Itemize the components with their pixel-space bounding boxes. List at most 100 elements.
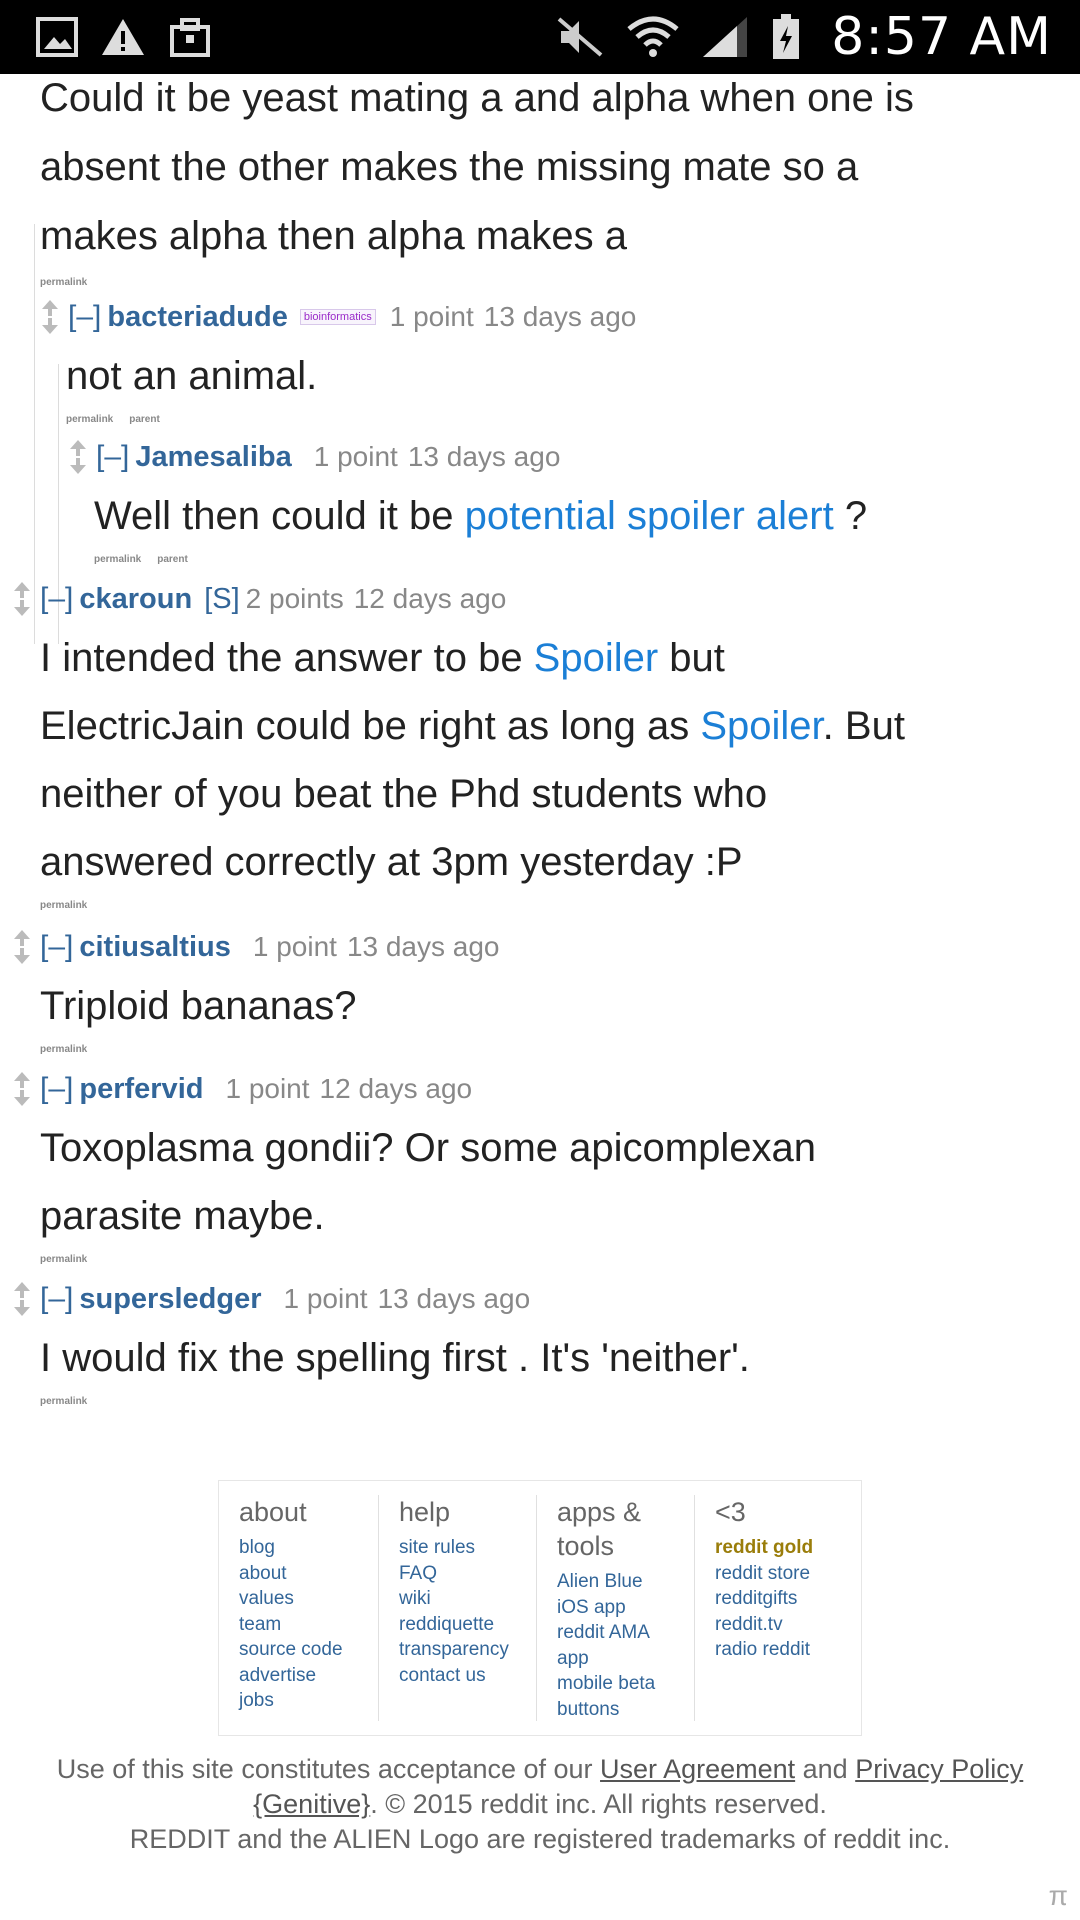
footer-col-help: help site rules FAQ wiki reddiquette tra… (379, 1495, 537, 1721)
permalink-link[interactable]: permalink (40, 277, 87, 288)
comment-body: I intended the answer to be Spoiler but … (40, 624, 920, 896)
vote-arrows-icon[interactable] (14, 582, 34, 616)
user-agreement-link[interactable]: User Agreement (600, 1754, 795, 1784)
submitter-badge[interactable]: [S] (204, 583, 239, 616)
footer-link[interactable]: values (239, 1586, 358, 1612)
vote-arrows-icon[interactable] (42, 300, 62, 334)
status-bar-left (36, 17, 212, 57)
footer-link[interactable]: advertise (239, 1663, 358, 1689)
footer-link[interactable]: FAQ (399, 1561, 516, 1587)
permalink-link[interactable]: permalink (66, 414, 113, 425)
footer-col-title: about (239, 1497, 307, 1527)
collapse-toggle[interactable]: [–] (96, 440, 129, 474)
footer-link[interactable]: site rules (399, 1535, 516, 1561)
footer-link-gold[interactable]: reddit gold (715, 1535, 841, 1561)
collapse-toggle[interactable]: [–] (68, 300, 101, 334)
comment-body: Triploid bananas? (40, 984, 357, 1028)
comment-text: ? (833, 494, 868, 538)
vote-arrows-icon[interactable] (14, 1072, 34, 1106)
permalink-link[interactable]: permalink (40, 1044, 87, 1055)
footer-link[interactable]: reddit store (715, 1561, 841, 1587)
vote-arrows-icon[interactable] (14, 1282, 34, 1316)
comment-text: Well then could it be (94, 494, 465, 538)
author-link[interactable]: supersledger (79, 1283, 261, 1316)
footer-link[interactable]: mobile beta (557, 1671, 674, 1697)
privacy-policy-link[interactable]: Privacy Policy (855, 1754, 1023, 1784)
comment-body: Could it be yeast mating a and alpha whe… (40, 76, 914, 258)
legal-copyright: . © 2015 reddit inc. All rights reserved… (370, 1789, 827, 1819)
wifi-icon (627, 15, 679, 59)
footer-link[interactable]: Alien Blue iOS app (557, 1569, 667, 1620)
collapse-toggle[interactable]: [–] (40, 1282, 73, 1316)
signal-icon (701, 15, 749, 59)
parent-link[interactable]: parent (129, 414, 160, 425)
footer-link[interactable]: team (239, 1612, 358, 1638)
permalink-link[interactable]: permalink (40, 900, 87, 911)
comment-perfervid: [–] perfervid 1 point 12 days ago Toxopl… (14, 1068, 1014, 1265)
genitive-link[interactable]: {Genitive} (253, 1789, 370, 1819)
footer-link[interactable]: jobs (239, 1688, 358, 1714)
comment-bacteriadude: [–] bacteriadude bioinformatics 1 point … (42, 296, 1022, 425)
footer-link[interactable]: reddiquette (399, 1612, 516, 1638)
author-link[interactable]: citiusaltius (79, 931, 231, 964)
status-bar-right: 8:57 AM (555, 7, 1052, 67)
footer-link[interactable]: reddit.tv (715, 1612, 841, 1638)
comment-score: 1 point (252, 931, 337, 962)
permalink-link[interactable]: permalink (94, 554, 141, 565)
author-link[interactable]: perfervid (79, 1073, 203, 1106)
comment-time: 13 days ago (346, 931, 500, 962)
comment-time: 13 days ago (407, 441, 561, 472)
gallery-icon (36, 17, 78, 57)
comment-score: 1 point (389, 301, 474, 332)
comment-time: 12 days ago (353, 583, 507, 614)
battery-icon (771, 14, 801, 60)
footer-link[interactable]: blog (239, 1535, 358, 1561)
author-link[interactable]: ckaroun (79, 583, 192, 616)
footer-link[interactable]: redditgifts (715, 1586, 841, 1612)
permalink-link[interactable]: permalink (40, 1254, 87, 1265)
permalink-link[interactable]: permalink (40, 1396, 87, 1407)
author-link[interactable]: Jamesaliba (135, 441, 291, 474)
comment-supersledger: [–] supersledger 1 point 13 days ago I w… (14, 1278, 1014, 1407)
comment-body: I would fix the spelling first . It's 'n… (40, 1336, 750, 1380)
footer-col-title: <3 (715, 1497, 746, 1527)
footer-col-apps: apps & tools Alien Blue iOS app reddit A… (537, 1495, 695, 1721)
spoiler-link[interactable]: Spoiler (700, 704, 822, 748)
comment-time: 13 days ago (377, 1283, 531, 1314)
briefcase-icon (168, 17, 212, 57)
legal-and: and (795, 1754, 856, 1784)
comment-time: 13 days ago (483, 301, 637, 332)
parent-link[interactable]: parent (157, 554, 188, 565)
comment-body: not an animal. (66, 354, 318, 398)
comment-body: Well then could it be potential spoiler … (94, 482, 1050, 550)
pi-link[interactable]: π (1049, 1880, 1068, 1912)
vote-arrows-icon[interactable] (70, 440, 90, 474)
footer-link[interactable]: radio reddit (715, 1637, 841, 1663)
footer-link[interactable]: source code (239, 1637, 358, 1663)
footer-link[interactable]: transparency (399, 1637, 516, 1663)
collapse-toggle[interactable]: [–] (40, 1072, 73, 1106)
footer-link[interactable]: wiki (399, 1586, 516, 1612)
collapse-toggle[interactable]: [–] (40, 930, 73, 964)
footer-link[interactable]: buttons (557, 1697, 674, 1723)
legal-line: Use of this site constitutes acceptance … (56, 1754, 601, 1784)
legal-trademark: REDDIT and the ALIEN Logo are registered… (129, 1824, 951, 1854)
author-link[interactable]: bacteriadude (107, 301, 288, 334)
footer-link[interactable]: reddit AMA app (557, 1620, 667, 1671)
footer-link[interactable]: contact us (399, 1663, 516, 1689)
spoiler-link[interactable]: Spoiler (534, 636, 659, 680)
status-bar: 8:57 AM (0, 0, 1080, 74)
warning-icon (100, 17, 146, 57)
user-flair: bioinformatics (299, 309, 376, 325)
comment-score: 2 points (245, 583, 344, 614)
footer-col-title: help (399, 1497, 451, 1527)
collapse-toggle[interactable]: [–] (40, 582, 73, 616)
spoiler-link[interactable]: potential spoiler alert (465, 494, 834, 538)
comment-score: 1 point (225, 1073, 310, 1104)
mute-icon (555, 15, 605, 59)
vote-arrows-icon[interactable] (14, 930, 34, 964)
footer-col-about: about blog about values team source code… (219, 1495, 379, 1721)
comment-time: 12 days ago (319, 1073, 473, 1104)
footer-link[interactable]: about (239, 1561, 358, 1587)
comment-score: 1 point (283, 1283, 368, 1314)
